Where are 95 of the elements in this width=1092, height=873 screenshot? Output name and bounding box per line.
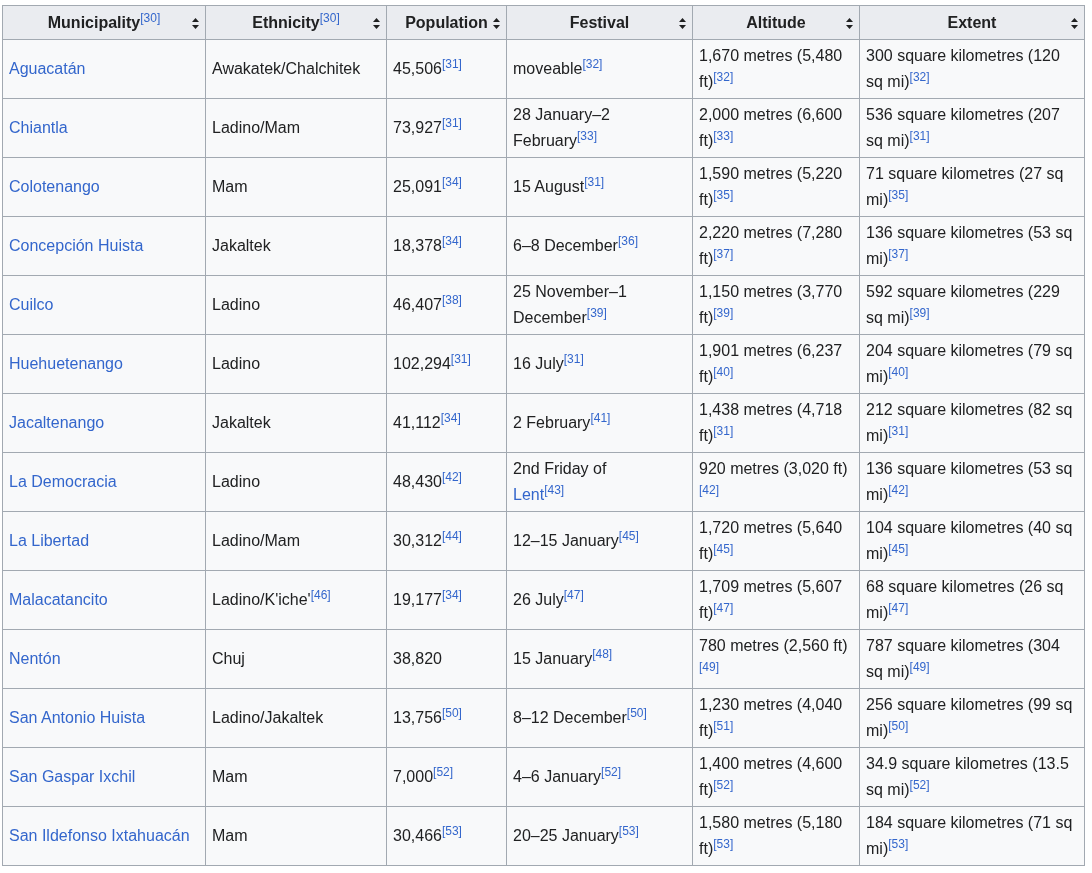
table-cell: 104 square kilometres (40 sq mi)$^{[45]}$	[859, 511, 1085, 571]
table-cell: 13,756$^{[50]}$	[386, 688, 507, 748]
municipality-link[interactable]: San Antonio Huista	[9, 709, 146, 726]
table-cell: 1,590 metres (5,220 ft)$^{[35]}$	[692, 157, 860, 217]
table-cell: Ladino	[205, 275, 387, 335]
table-cell: 25 November–1 December$^{[39]}$	[506, 275, 693, 335]
table-cell: 34.9 square kilometres (13.5 sq mi)$^{[52]}$	[859, 747, 1085, 807]
festival-link[interactable]: Lent$^{[43]}$	[513, 486, 565, 503]
table-cell: 536 square kilometres (207 sq mi)$^{[31]}$	[859, 98, 1085, 158]
table-cell: Mam	[205, 747, 387, 807]
table-cell: Jakaltek	[205, 393, 387, 453]
table-cell: 212 square kilometres (82 sq mi)$^{[31]}$	[859, 393, 1085, 453]
sort-icon[interactable]	[493, 18, 500, 29]
table-cell: 25,091$^{[34]}$	[386, 157, 507, 217]
column-header[interactable]: Extent	[859, 5, 1085, 40]
municipality-link[interactable]: Malacatancito	[9, 591, 108, 608]
table-cell: 20–25 January$^{[53]}$	[506, 806, 693, 866]
column-header[interactable]: Municipality$^{[30]}$	[2, 5, 206, 40]
sort-icon[interactable]	[1071, 18, 1078, 29]
table-cell: 1,438 metres (4,718 ft)$^{[31]}$	[692, 393, 860, 453]
table-cell: 30,466$^{[53]}$	[386, 806, 507, 866]
municipality-link[interactable]: Jacaltenango	[9, 414, 105, 431]
table-cell: 38,820	[386, 629, 507, 689]
column-header[interactable]: Festival	[506, 5, 693, 40]
table-cell: 71 square kilometres (27 sq mi)$^{[35]}$	[859, 157, 1085, 217]
table-cell: 4–6 January$^{[52]}$	[506, 747, 693, 807]
table-cell: 1,150 metres (3,770 ft)$^{[39]}$	[692, 275, 860, 335]
table-cell: 15 August$^{[31]}$	[506, 157, 693, 217]
table-cell: 1,230 metres (4,040 ft)$^{[51]}$	[692, 688, 860, 748]
municipality-link[interactable]: Chiantla	[9, 119, 68, 136]
table-cell: Ladino	[205, 334, 387, 394]
table-cell: 184 square kilometres (71 sq mi)$^{[53]}$	[859, 806, 1085, 866]
table-cell: 1,709 metres (5,607 ft)$^{[47]}$	[692, 570, 860, 630]
table-cell: Ladino	[205, 452, 387, 512]
table-cell: 592 square kilometres (229 sq mi)$^{[39]}$	[859, 275, 1085, 335]
table-cell: 256 square kilometres (99 sq mi)$^{[50]}$	[859, 688, 1085, 748]
sort-icon[interactable]	[192, 18, 199, 29]
table-cell: 15 January$^{[48]}$	[506, 629, 693, 689]
table-cell: Jakaltek	[205, 216, 387, 276]
table-cell: 19,177$^{[34]}$	[386, 570, 507, 630]
table-cell: 48,430$^{[42]}$	[386, 452, 507, 512]
column-header[interactable]: Ethnicity$^{[30]}$	[205, 5, 387, 40]
table-cell: 787 square kilometres (304 sq mi)$^{[49]}$	[859, 629, 1085, 689]
table-cell: 30,312$^{[44]}$	[386, 511, 507, 571]
table-cell: Ladino/K'iche'$^{[46]}$	[205, 570, 387, 630]
table-cell: 18,378$^{[34]}$	[386, 216, 507, 276]
column-header[interactable]: Population	[386, 5, 507, 40]
table-cell: 300 square kilometres (120 sq mi)$^{[32]}$	[859, 39, 1085, 99]
table-cell: 136 square kilometres (53 sq mi)$^{[42]}$	[859, 452, 1085, 512]
table-cell: 1,400 metres (4,600 ft)$^{[52]}$	[692, 747, 860, 807]
table-cell: Ladino/Mam	[205, 98, 387, 158]
table-cell: Awakatek/Chalchitek	[205, 39, 387, 99]
table-cell: 26 July$^{[47]}$	[506, 570, 693, 630]
table-cell: moveable$^{[32]}$	[506, 39, 693, 99]
table-cell: 7,000$^{[52]}$	[386, 747, 507, 807]
table-cell: 2,000 metres (6,600 ft)$^{[33]}$	[692, 98, 860, 158]
table-cell: 41,112$^{[34]}$	[386, 393, 507, 453]
table-cell: Ladino/Mam	[205, 511, 387, 571]
municipality-link[interactable]: San Ildefonso Ixtahuacán	[9, 827, 190, 844]
table-cell: 8–12 December$^{[50]}$	[506, 688, 693, 748]
table-cell: 6–8 December$^{[36]}$	[506, 216, 693, 276]
table-cell: 2,220 metres (7,280 ft)$^{[37]}$	[692, 216, 860, 276]
sort-icon[interactable]	[679, 18, 686, 29]
municipality-link[interactable]: Colotenango	[9, 178, 100, 195]
municipality-link[interactable]: Aguacatán	[9, 60, 86, 77]
table-cell: 1,720 metres (5,640 ft)$^{[45]}$	[692, 511, 860, 571]
table-cell: 204 square kilometres (79 sq mi)$^{[40]}$	[859, 334, 1085, 394]
festival-text: 2nd Friday of	[513, 460, 607, 477]
municipality-link[interactable]: La Democracia	[9, 473, 117, 490]
table-cell: 68 square kilometres (26 sq mi)$^{[47]}$	[859, 570, 1085, 630]
table-cell: Mam	[205, 157, 387, 217]
column-header[interactable]: Altitude	[692, 5, 860, 40]
municipality-link[interactable]: Cuilco	[9, 296, 54, 313]
table-cell: Ladino/Jakaltek	[205, 688, 387, 748]
table-cell: 16 July$^{[31]}$	[506, 334, 693, 394]
table-cell: 1,670 metres (5,480 ft)$^{[32]}$	[692, 39, 860, 99]
table-cell: 1,901 metres (6,237 ft)$^{[40]}$	[692, 334, 860, 394]
table-cell: 136 square kilometres (53 sq mi)$^{[37]}$	[859, 216, 1085, 276]
table-cell: 45,506$^{[31]}$	[386, 39, 507, 99]
sort-icon[interactable]	[373, 18, 380, 29]
table-cell: 102,294$^{[31]}$	[386, 334, 507, 394]
municipality-link[interactable]: La Libertad	[9, 532, 90, 549]
sort-icon[interactable]	[846, 18, 853, 29]
municipality-link[interactable]: San Gaspar Ixchil	[9, 768, 136, 785]
table-cell: Chuj	[205, 629, 387, 689]
table-cell: 12–15 January$^{[45]}$	[506, 511, 693, 571]
municipality-link[interactable]: Nentón	[9, 650, 61, 667]
table-cell: 28 January–2 February$^{[33]}$	[506, 98, 693, 158]
table-cell: 1,580 metres (5,180 ft)$^{[53]}$	[692, 806, 860, 866]
table-cell: 2 February$^{[41]}$	[506, 393, 693, 453]
table-cell: 73,927$^{[31]}$	[386, 98, 507, 158]
municipality-link[interactable]: Concepción Huista	[9, 237, 144, 254]
table-cell: 46,407$^{[38]}$	[386, 275, 507, 335]
table-cell: Mam	[205, 806, 387, 866]
municipality-link[interactable]: Huehuetenango	[9, 355, 123, 372]
